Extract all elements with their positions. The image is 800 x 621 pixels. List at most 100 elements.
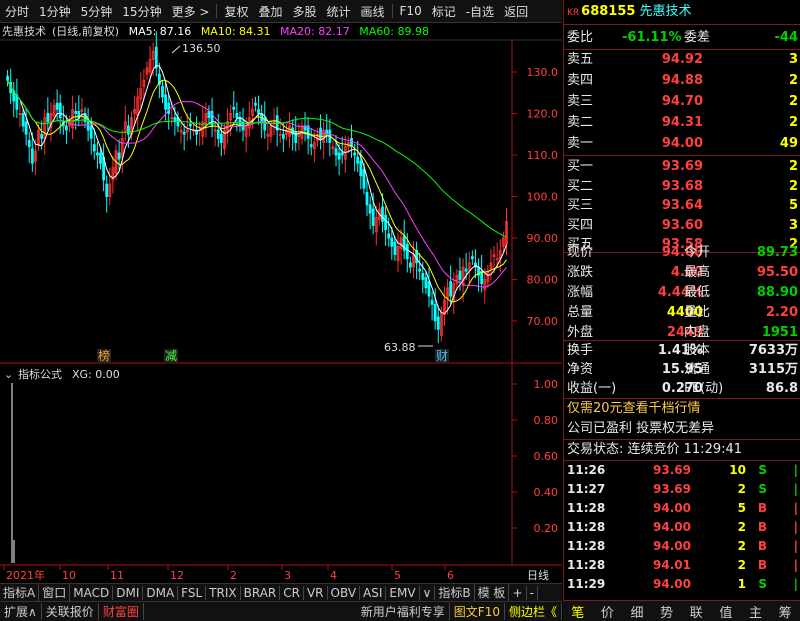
candle-body (362, 169, 366, 189)
candle-body (182, 131, 186, 135)
ext-right-tab-1[interactable]: 图文F10 (450, 603, 505, 620)
quote-tab-0[interactable]: 笔 (571, 602, 584, 621)
price-tick-label: 130.0 (527, 66, 559, 79)
ask-level-row[interactable]: 卖五 94.92 3 (564, 50, 800, 70)
indicator-tabs: 指标A 窗口 MACD DMI DMA FSL TRIX BRAR CR VR OBV ASI EMV ∨… (0, 583, 562, 601)
date-tick-label: 10 (62, 569, 76, 582)
indicator-tab-0[interactable]: 指标A (0, 584, 40, 601)
candle-body (117, 152, 121, 160)
company-info: 公司已盈利 投票权无差异 (567, 421, 715, 436)
candle-body (433, 303, 437, 322)
candle-body (232, 106, 236, 110)
indicator-tab-7[interactable]: BRAR (241, 585, 281, 600)
indicator-tab-13[interactable]: ∨ (420, 585, 436, 600)
ext-tab-1[interactable]: 关联报价 (42, 603, 99, 620)
quote-tab-6[interactable]: 主 (749, 602, 762, 621)
ask-level-row[interactable]: 卖二 94.31 2 (564, 113, 800, 133)
date-tick-label: 2021年 (6, 568, 45, 582)
ext-right-tab-0[interactable]: 新用户福利专享 (357, 603, 450, 620)
tag-cai[interactable]: 财 (436, 349, 448, 363)
quote-tab-7[interactable]: 筹 (779, 602, 792, 621)
indicator-tab-12[interactable]: EMV (386, 585, 420, 600)
quote-tab-3[interactable]: 势 (660, 602, 673, 621)
indicator-tab-16[interactable]: + (509, 585, 527, 600)
tick-time: 11:28 (567, 539, 606, 553)
quote-tab-5[interactable]: 值 (719, 602, 732, 621)
stat-row: 净资 15.95 流通 3115万 (564, 360, 800, 380)
stat-row: 现价 94.00 今开 89.73 (564, 243, 800, 263)
indicator-tab-8[interactable]: CR (280, 585, 304, 600)
candle-body (164, 94, 167, 110)
candle-body (55, 102, 59, 110)
tick-price: 94.00 (653, 501, 691, 515)
tick-side: B (757, 558, 767, 572)
level-label: 买二 (567, 178, 594, 194)
stat-label: 最低 (684, 285, 711, 300)
indicator-tab-17[interactable]: - (527, 585, 538, 600)
indicator-tab-15[interactable]: 模 板 (475, 584, 510, 601)
tick-side: B (757, 501, 767, 515)
kline-chart[interactable]: 130.0 120.0 110.0 100.0 90.00 80.00 70.00 136.5… (0, 0, 562, 583)
indicator-tab-5[interactable]: FSL (178, 585, 207, 600)
tag-bang[interactable]: 榜 (98, 348, 110, 363)
quote-tabs: 笔价细势联值主筹 (563, 600, 800, 621)
ext-tab-2[interactable]: 财富圈 (99, 603, 144, 620)
ask-level-row[interactable]: 卖三 94.70 2 (564, 92, 800, 112)
candle-body (46, 113, 50, 123)
price-tick-label: 120.0 (527, 108, 559, 121)
tick-row: 11:27 93.69 2 S | (564, 480, 800, 498)
indicator-tick-label: 1.00 (534, 378, 559, 391)
candle-body (464, 268, 468, 272)
ask-level-row[interactable]: 卖一 94.00 49 (564, 134, 800, 154)
candle-body (216, 129, 220, 139)
ask-level-row[interactable]: 卖四 94.88 2 (564, 71, 800, 91)
date-tick-label: 2 (230, 569, 237, 582)
indicator-tab-6[interactable]: TRIX (206, 585, 241, 600)
low-label: 63.88 (384, 341, 416, 354)
indicator-tab-14[interactable]: 指标B (435, 584, 475, 601)
price-tick-label: 70.00 (527, 315, 559, 328)
stat-label: 最高 (684, 265, 711, 280)
tag-jian[interactable]: 减 (165, 349, 177, 363)
weibi-value: -61.11% (622, 30, 682, 45)
level-price: 93.64 (661, 198, 703, 213)
bid-level-row[interactable]: 买一 93.69 2 (564, 157, 800, 177)
indicator-tab-4[interactable]: DMA (143, 585, 179, 600)
indicator-tab-2[interactable]: MACD (70, 585, 114, 600)
candle-body (27, 140, 31, 148)
indicator-tab-11[interactable]: ASI (360, 585, 387, 600)
level-label: 买四 (567, 217, 594, 233)
stat-value: 95.50 (756, 265, 798, 280)
collapse-icon[interactable]: ⌄ (4, 368, 13, 381)
quote-tab-2[interactable]: 细 (631, 602, 644, 621)
indicator-tab-9[interactable]: VR (304, 585, 328, 600)
indicator-tab-3[interactable]: DMI (113, 585, 144, 600)
tick-time: 11:26 (567, 463, 606, 477)
candle-body (65, 125, 68, 131)
stat-value: 86.8 (765, 381, 798, 396)
high-pointer (171, 45, 181, 54)
candle-body (74, 111, 78, 114)
candle-body (421, 272, 425, 280)
candle-body (353, 152, 357, 156)
level-price: 94.92 (661, 52, 703, 67)
indicator-tab-10[interactable]: OBV (328, 585, 361, 600)
candle-body (238, 117, 242, 127)
indicator-title[interactable]: 指标公式 (18, 367, 62, 381)
candle-body (384, 214, 387, 231)
bid-level-row[interactable]: 买二 93.68 2 (564, 177, 800, 197)
ext-right-tab-2[interactable]: 侧边栏《 (505, 603, 562, 620)
bid-level-row[interactable]: 买四 93.60 3 (564, 216, 800, 236)
ext-tab-0[interactable]: 扩展∧ (0, 603, 42, 620)
quote-tab-1[interactable]: 价 (601, 602, 614, 621)
tick-time: 11:28 (567, 558, 606, 572)
candle-body (365, 191, 369, 206)
tick-volume: 2 (737, 558, 746, 572)
date-tick-label: 11 (110, 569, 124, 582)
indicator-tab-1[interactable]: 窗口 (39, 584, 71, 601)
period-label[interactable]: 日线 (527, 568, 549, 582)
quote-tab-4[interactable]: 联 (690, 602, 703, 621)
promo-link[interactable]: 仅需20元查看千档行情 (564, 399, 800, 419)
candle-body (390, 237, 394, 247)
bid-level-row[interactable]: 买三 93.64 5 (564, 196, 800, 216)
